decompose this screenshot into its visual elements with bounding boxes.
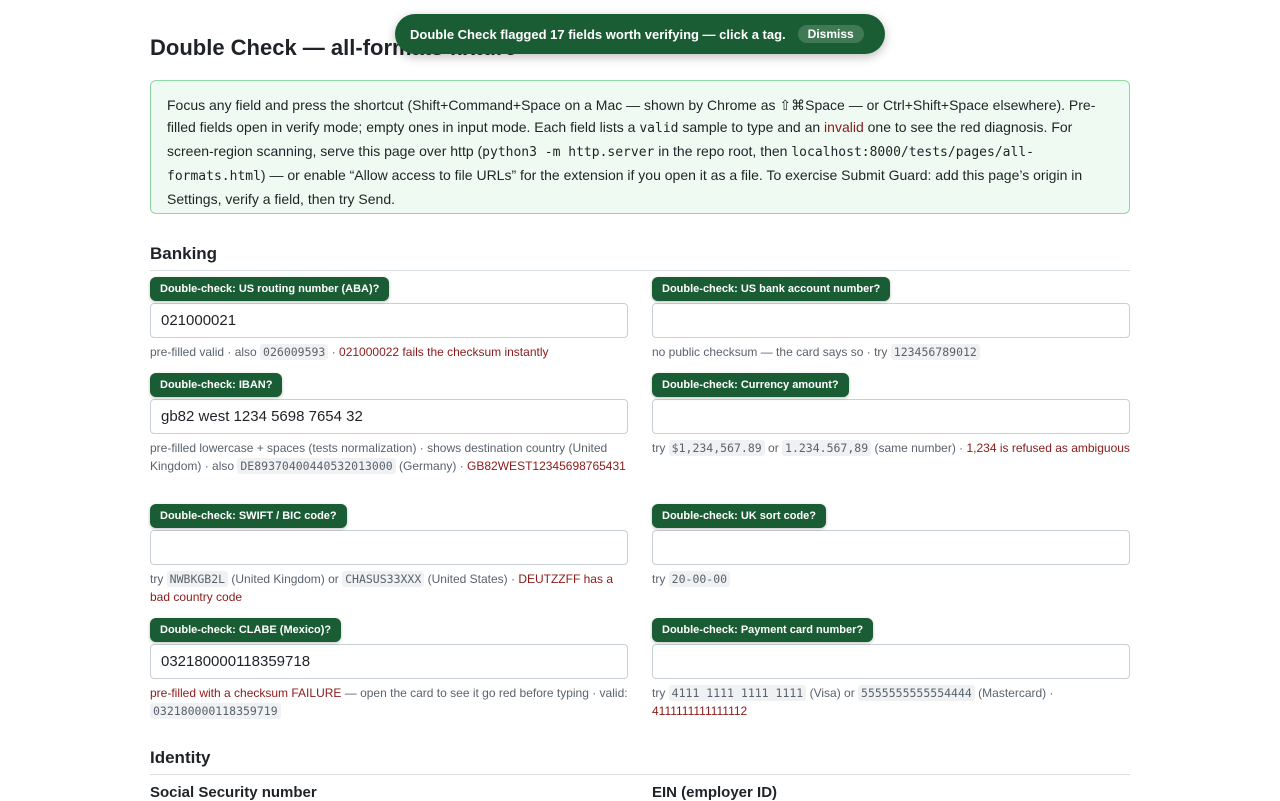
swift-bic-input[interactable]: [150, 530, 628, 565]
double-check-tag[interactable]: Double-check: Currency amount?: [652, 373, 849, 397]
hint-sample: 026009593: [260, 344, 329, 360]
field-bank-account: Double-check: US bank account number? no…: [652, 277, 1130, 361]
hint-text: try: [652, 572, 669, 586]
hint-text: pre-filled valid · also: [150, 345, 261, 359]
hint-sample: 032180000118359719: [150, 703, 281, 719]
hint-sample: 4111 1111 1111 1111: [668, 685, 807, 701]
double-check-tag[interactable]: Double-check: US bank account number?: [652, 277, 891, 301]
hint-sample: 1.234.567,89: [782, 440, 872, 456]
instructions-text: in the repo root, then: [654, 143, 792, 159]
toast-message: Double Check flagged 17 fields worth ver…: [410, 26, 786, 42]
hint-text: no public checksum — the card says so · …: [652, 345, 891, 359]
hint-text: try: [652, 441, 669, 455]
dismiss-button[interactable]: Dismiss: [797, 25, 864, 43]
field-hint: pre-filled lowercase + spaces (tests nor…: [150, 439, 628, 475]
instructions-text: ) — or enable “Allow access to file URLs…: [167, 167, 1083, 207]
double-check-tag[interactable]: Double-check: IBAN?: [150, 373, 283, 397]
field-payment-card: Double-check: Payment card number? try 4…: [652, 618, 1130, 720]
double-check-tag[interactable]: Double-check: UK sort code?: [652, 504, 827, 528]
hint-text: ·: [328, 345, 340, 359]
hint-invalid: 1,234 is refused as ambiguous: [966, 441, 1130, 455]
hint-text: (United Kingdom) or: [228, 572, 343, 586]
bank-account-input[interactable]: [652, 303, 1130, 338]
hint-sample: 123456789012: [890, 344, 980, 360]
payment-card-input[interactable]: [652, 644, 1130, 679]
uk-sort-code-input[interactable]: [652, 530, 1130, 565]
currency-amount-input[interactable]: [652, 399, 1130, 434]
instructions-text: sample to type and an: [678, 119, 825, 135]
field-hint: no public checksum — the card says so · …: [652, 343, 1130, 361]
field-hint: try NWBKGB2L (United Kingdom) or CHASUS3…: [150, 570, 628, 606]
hint-text: (same number) ·: [871, 441, 967, 455]
hint-invalid: 021000022 fails the checksum instantly: [339, 345, 549, 359]
field-hint: try 20-00-00: [652, 570, 1130, 588]
hint-sample: CHASUS33XXX: [342, 571, 425, 587]
hint-invalid: pre-filled with a checksum FAILURE: [150, 686, 342, 700]
field-hint: pre-filled valid · also 026009593 · 0210…: [150, 343, 628, 361]
field-routing-number: Double-check: US routing number (ABA)? p…: [150, 277, 628, 361]
flagged-fields-toast: Double Check flagged 17 fields worth ver…: [395, 14, 885, 54]
field-uk-sort-code: Double-check: UK sort code? try 20-00-00: [652, 504, 1130, 588]
hint-text: (Mastercard) ·: [974, 686, 1054, 700]
hint-text: (Germany) ·: [395, 459, 468, 473]
field-hint: pre-filled with a checksum FAILURE — ope…: [150, 684, 628, 720]
hint-text: try: [150, 572, 167, 586]
field-hint: try 4111 1111 1111 1111 (Visa) or 555555…: [652, 684, 1130, 720]
double-check-tag[interactable]: Double-check: SWIFT / BIC code?: [150, 504, 347, 528]
instructions-invalid-word: invalid: [824, 119, 864, 135]
clabe-input[interactable]: [150, 644, 628, 679]
ssn-label: Social Security number: [150, 784, 317, 801]
double-check-tag[interactable]: Double-check: Payment card number?: [652, 618, 874, 642]
field-hint: try $1,234,567.89 or 1.234.567,89 (same …: [652, 439, 1130, 457]
double-check-tag[interactable]: Double-check: US routing number (ABA)?: [150, 277, 390, 301]
routing-number-input[interactable]: [150, 303, 628, 338]
section-title-identity: Identity: [150, 748, 1130, 775]
hint-invalid: GB82WEST12345698765431: [467, 459, 626, 473]
instructions-panel: Focus any field and press the shortcut (…: [150, 80, 1130, 214]
iban-input[interactable]: [150, 399, 628, 434]
hint-text: try: [652, 686, 669, 700]
hint-sample: $1,234,567.89: [668, 440, 765, 456]
hint-invalid: 4111111111111112: [652, 704, 748, 718]
hint-sample: 20-00-00: [668, 571, 731, 587]
hint-sample: DE89370400440532013000: [237, 458, 396, 474]
hint-text: or: [764, 441, 783, 455]
instructions-code: python3 -m http.server: [482, 145, 655, 160]
field-iban: Double-check: IBAN? pre-filled lowercase…: [150, 373, 628, 475]
field-currency-amount: Double-check: Currency amount? try $1,23…: [652, 373, 1130, 457]
ein-label: EIN (employer ID): [652, 784, 778, 801]
hint-text: (Visa) or: [806, 686, 859, 700]
field-swift-bic: Double-check: SWIFT / BIC code? try NWBK…: [150, 504, 628, 606]
hint-sample: 5555555555554444: [858, 685, 975, 701]
hint-text: (United States) ·: [424, 572, 519, 586]
section-title-banking: Banking: [150, 244, 1130, 271]
double-check-tag[interactable]: Double-check: CLABE (Mexico)?: [150, 618, 342, 642]
field-clabe: Double-check: CLABE (Mexico)? pre-filled…: [150, 618, 628, 720]
instructions-code: valid: [639, 121, 679, 136]
hint-sample: NWBKGB2L: [166, 571, 229, 587]
hint-text: — open the card to see it go red before …: [341, 686, 628, 700]
